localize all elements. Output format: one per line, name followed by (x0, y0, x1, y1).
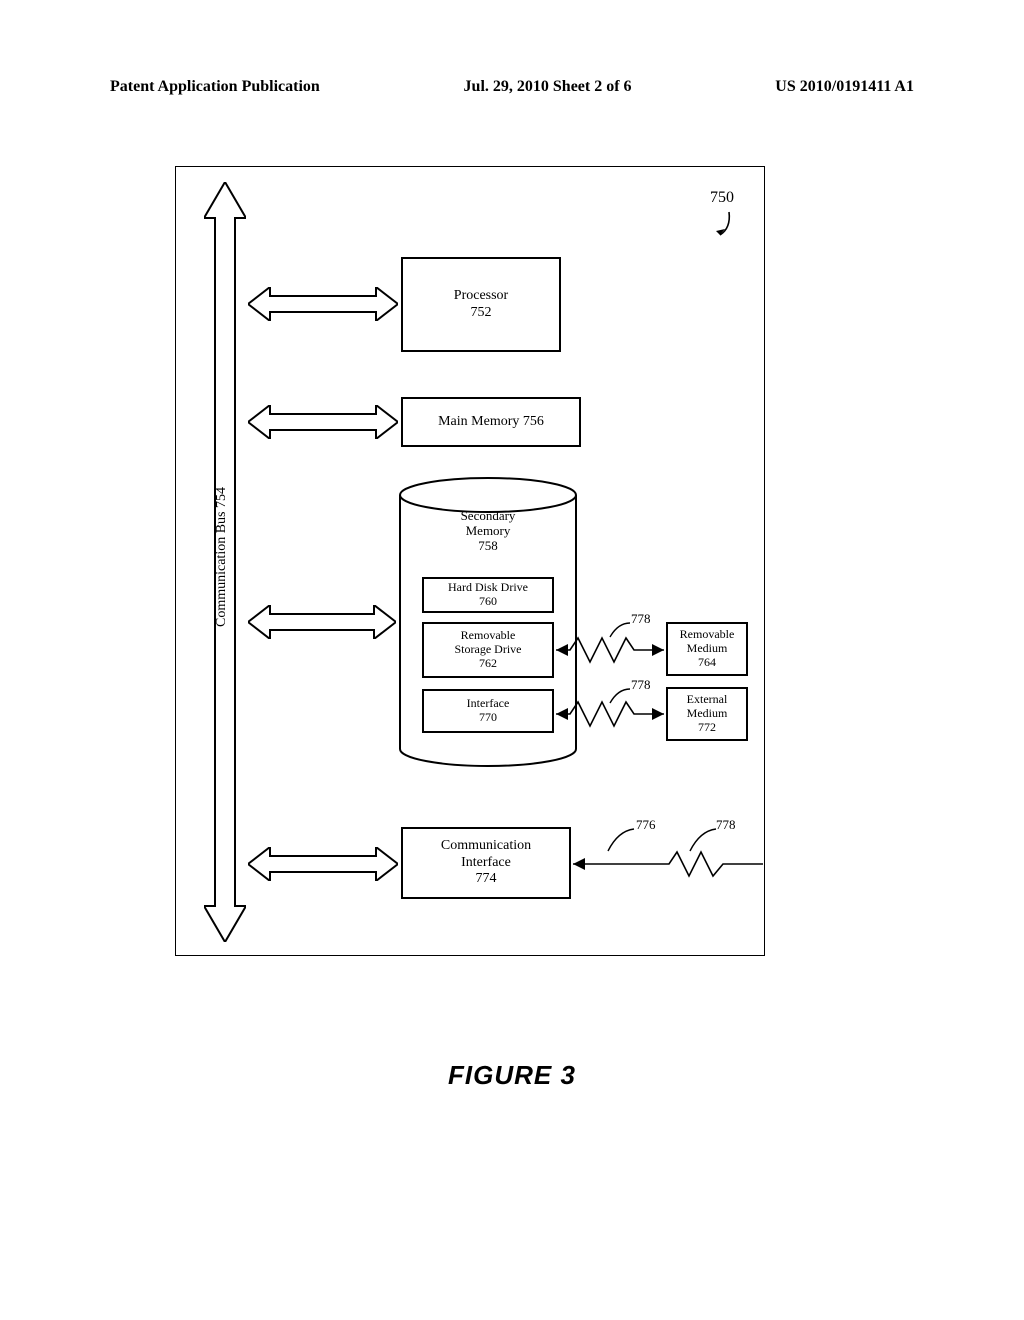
callout-750: 750 (710, 189, 734, 207)
removable-medium-box: Removable Medium 764 (666, 622, 748, 676)
secondary-memory-t2: Memory (466, 523, 511, 538)
interface-ref: 770 (479, 711, 497, 725)
rsd-box: Removable Storage Drive 762 (422, 622, 554, 678)
figure-frame: 750 Communication Bus 754 Processor 752 … (175, 166, 765, 956)
hdd-box: Hard Disk Drive 760 (422, 577, 554, 613)
callout-778-c-leader (686, 825, 718, 853)
rsd-t2: Storage Drive (455, 643, 522, 657)
main-memory-label: Main Memory 756 (438, 414, 544, 431)
callout-776: 776 (636, 817, 656, 833)
hdd-title: Hard Disk Drive (448, 581, 528, 595)
comm-interface-t1: Communication (441, 838, 531, 855)
secondary-memory-ref: 758 (478, 538, 498, 553)
external-medium-ref: 772 (698, 721, 716, 735)
hdd-ref: 760 (479, 595, 497, 609)
removable-medium-t1: Removable (680, 628, 735, 642)
processor-title: Processor (454, 288, 508, 305)
interface-title: Interface (467, 697, 510, 711)
arrow-bus-secondary (248, 605, 396, 639)
removable-medium-ref: 764 (698, 656, 716, 670)
squiggle-rsd (556, 635, 664, 665)
rsd-ref: 762 (479, 657, 497, 671)
page: Patent Application Publication Jul. 29, … (0, 0, 1024, 1320)
callout-750-leader (714, 210, 734, 240)
callout-778-b-leader (606, 685, 632, 705)
external-medium-t1: External (687, 693, 728, 707)
comm-interface-ref: 774 (476, 871, 497, 888)
callout-778-a-leader (606, 619, 632, 639)
callout-778-b: 778 (631, 677, 651, 693)
header-left: Patent Application Publication (110, 78, 320, 96)
main-memory-box: Main Memory 756 (401, 397, 581, 447)
callout-776-leader (604, 825, 636, 853)
bus-label: Communication Bus 754 (214, 487, 230, 627)
secondary-memory-label: Secondary Memory 758 (398, 509, 578, 554)
removable-medium-t2: Medium (687, 642, 728, 656)
external-medium-box: External Medium 772 (666, 687, 748, 741)
comm-interface-t2: Interface (461, 855, 511, 872)
comm-interface-box: Communication Interface 774 (401, 827, 571, 899)
squiggle-comm (573, 849, 763, 879)
rsd-t1: Removable (461, 629, 516, 643)
header-right: US 2010/0191411 A1 (775, 78, 914, 96)
page-header: Patent Application Publication Jul. 29, … (110, 78, 914, 96)
header-center: Jul. 29, 2010 Sheet 2 of 6 (464, 78, 632, 96)
arrow-bus-memory (248, 405, 398, 439)
interface-box: Interface 770 (422, 689, 554, 733)
arrow-bus-processor (248, 287, 398, 321)
external-medium-t2: Medium (687, 707, 728, 721)
processor-ref: 752 (471, 305, 492, 322)
figure-caption: FIGURE 3 (0, 1060, 1024, 1091)
arrow-bus-comm (248, 847, 398, 881)
callout-778-c: 778 (716, 817, 736, 833)
secondary-memory-cylinder: Secondary Memory 758 Hard Disk Drive 760… (398, 477, 578, 767)
callout-778-a: 778 (631, 611, 651, 627)
secondary-memory-t1: Secondary (461, 508, 516, 523)
processor-box: Processor 752 (401, 257, 561, 352)
